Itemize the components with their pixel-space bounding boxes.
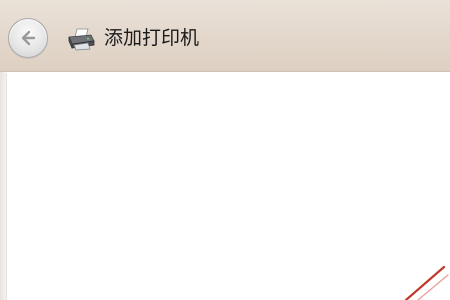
red-annotation-arrow <box>404 265 449 300</box>
back-arrow-icon <box>21 30 36 46</box>
content-area <box>6 73 450 300</box>
add-printer-window: 添加打印机 <box>0 0 450 300</box>
title-bar: 添加打印机 <box>0 0 450 72</box>
back-button[interactable] <box>8 18 48 58</box>
window-title: 添加打印机 <box>104 27 200 49</box>
printer-icon <box>68 28 95 51</box>
